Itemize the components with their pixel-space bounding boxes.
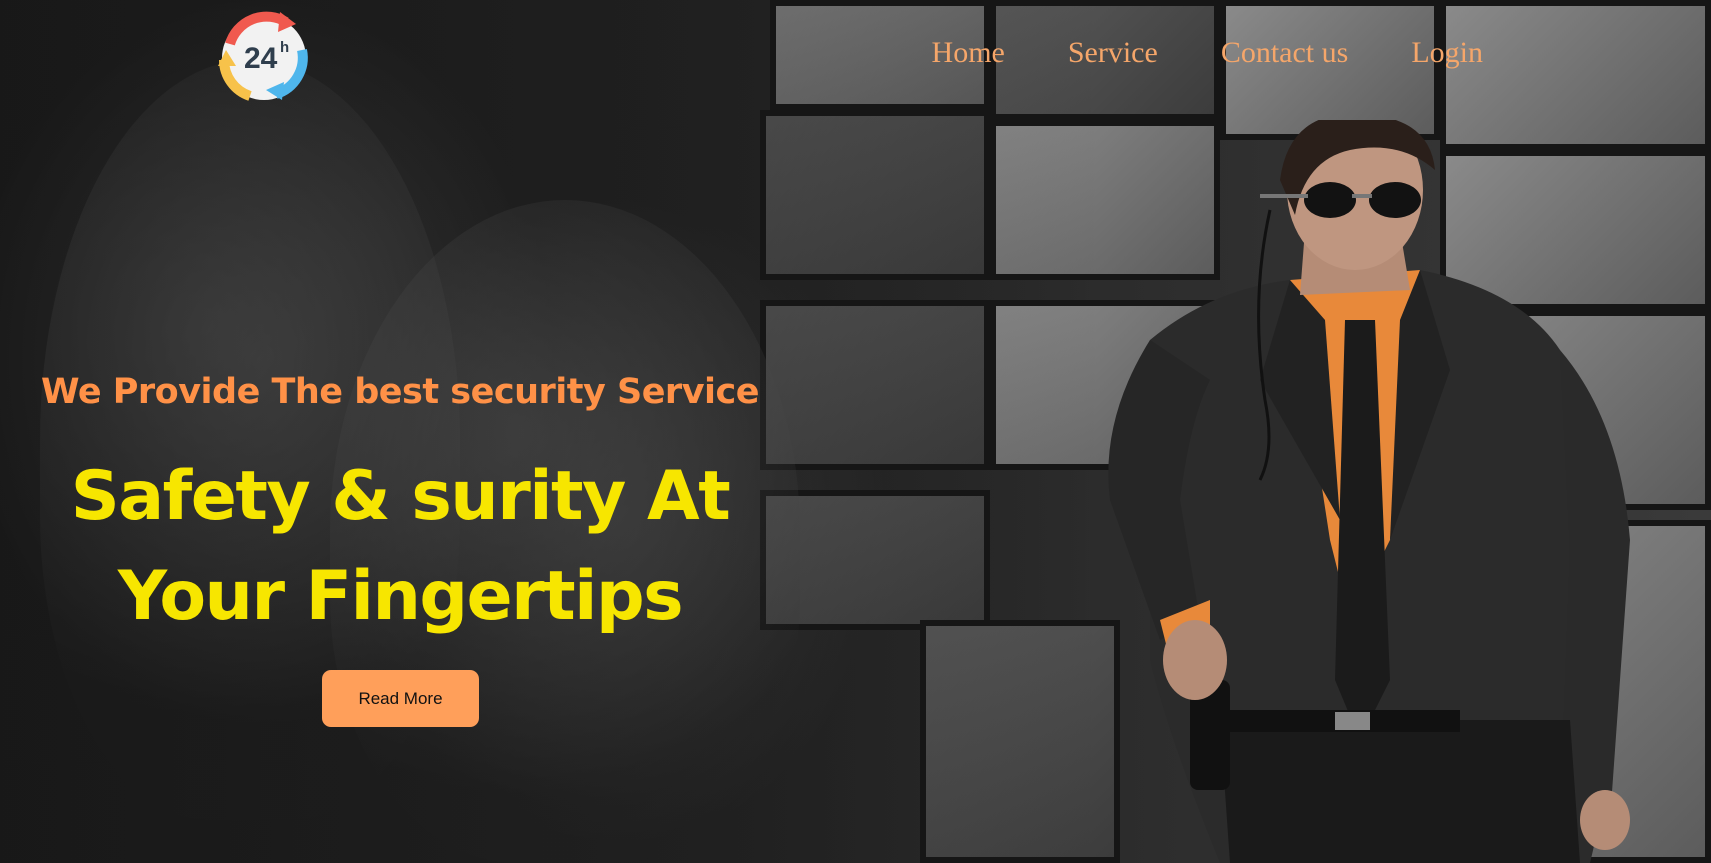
main-nav: Home Service Contact us Login [932,36,1483,70]
nav-login-link[interactable]: Login [1411,36,1483,70]
hero-headline-line1: Safety & surity At [70,457,731,536]
bodyguard-image [1090,110,1630,863]
background-overlay [0,0,1100,863]
hero-tagline: We Provide The best security Service [40,372,760,412]
logo-text: 24 [244,42,278,75]
nav-home-link[interactable]: Home [932,36,1005,70]
nav-contact-link[interactable]: Contact us [1221,36,1349,70]
nav-service-link[interactable]: Service [1068,36,1158,70]
hero-headline: Safety & surity At Your Fingertips [0,447,800,647]
logo-superscript: h [280,39,289,56]
logo-24h-icon[interactable]: 24 h [216,10,312,104]
hero-section: 24 h Home Service Contact us Login We Pr… [0,0,1711,863]
hero-headline-line2: Your Fingertips [117,557,684,636]
read-more-button[interactable]: Read More [322,670,479,727]
